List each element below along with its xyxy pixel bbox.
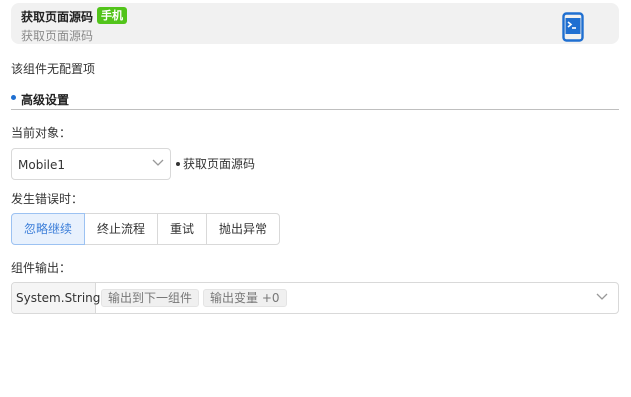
on-error-label: 发生错误时：: [11, 192, 84, 206]
mobile-terminal-icon: [562, 12, 584, 42]
section-dot-icon: [11, 95, 16, 100]
option-retry[interactable]: 重试: [157, 213, 208, 245]
option-ignore-continue[interactable]: 忽略继续: [11, 213, 86, 245]
option-throw-exception[interactable]: 抛出异常: [206, 213, 281, 245]
target-select[interactable]: Mobile1: [11, 148, 171, 180]
no-config-text: 该组件无配置项: [11, 62, 96, 76]
target-select-value: Mobile1: [18, 158, 65, 172]
target-hint: 获取页面源码: [176, 155, 255, 172]
on-error-options: 忽略继续 终止流程 重试 抛出异常: [11, 213, 281, 245]
chevron-down-icon: [596, 293, 608, 300]
option-terminate-flow[interactable]: 终止流程: [84, 213, 159, 245]
platform-badge: 手机: [97, 7, 127, 24]
output-tag-next-component: 输出到下一组件: [101, 289, 200, 307]
bullet-icon: [176, 162, 180, 166]
target-hint-text: 获取页面源码: [183, 157, 256, 171]
output-label: 组件输出：: [11, 261, 72, 275]
target-label: 当前对象：: [11, 126, 72, 140]
chevron-down-icon: [152, 159, 164, 166]
component-subtitle: 获取页面源码: [21, 29, 94, 43]
component-title: 获取页面源码: [21, 10, 94, 24]
component-header: 获取页面源码 手机 获取页面源码: [11, 3, 619, 44]
output-select[interactable]: System.String 输出到下一组件 输出变量 +0: [11, 282, 619, 314]
output-type: System.String: [12, 283, 100, 313]
output-tag-variable: 输出变量 +0: [203, 289, 287, 307]
advanced-section-title: 高级设置: [21, 93, 70, 107]
advanced-section-header: 高级设置: [11, 90, 619, 110]
